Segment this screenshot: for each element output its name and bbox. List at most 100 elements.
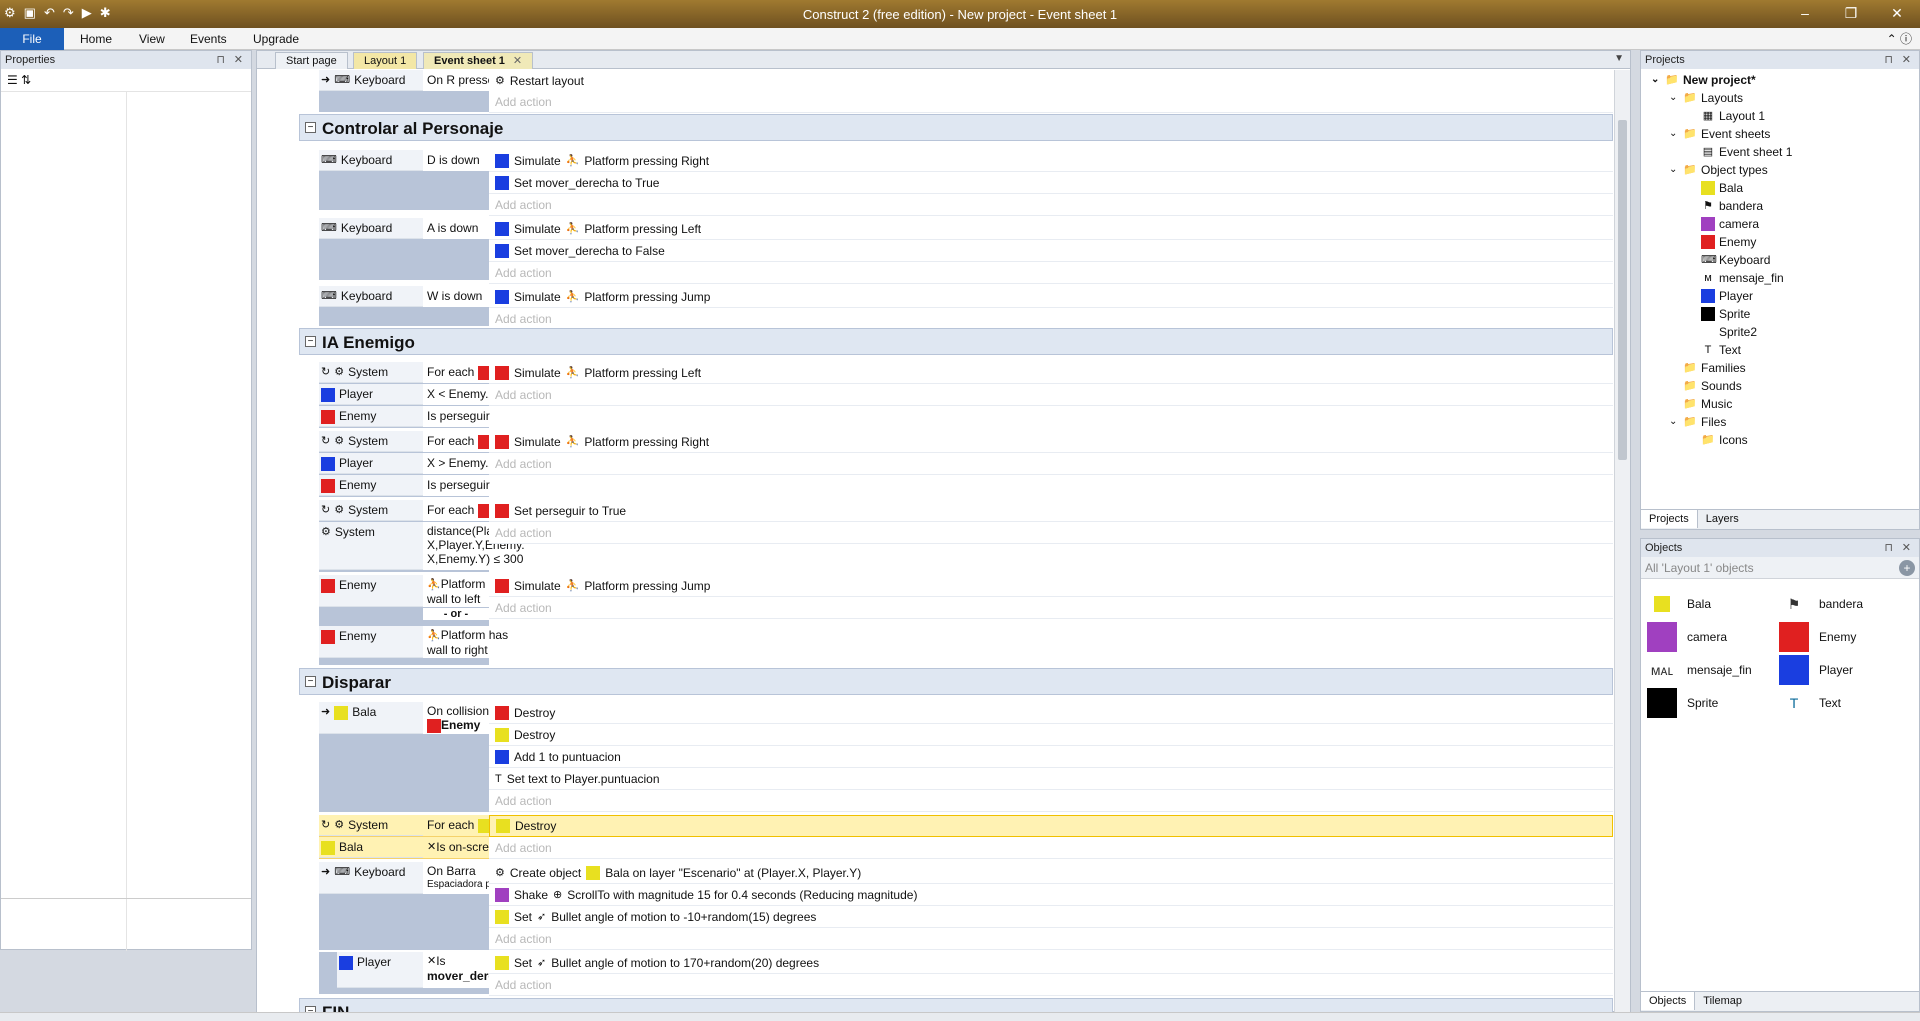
action[interactable]: Simulate ⛹ Platform pressing Left	[489, 218, 1613, 240]
add-action-link[interactable]: Add action	[489, 974, 1613, 996]
chevron-down-icon[interactable]: ⌄	[1651, 71, 1661, 89]
action[interactable]: Add 1 to puntuacion	[489, 746, 1613, 768]
condition[interactable]: Enemy ⛹Platform has wall to left	[319, 575, 508, 607]
chevron-down-icon[interactable]: ⌄	[1669, 125, 1679, 143]
tree-item-sprite[interactable]: Sprite	[1687, 305, 1750, 323]
action[interactable]: Simulate ⛹ Platform pressing Jump	[489, 286, 1613, 308]
action[interactable]: Destroy	[489, 724, 1613, 746]
close-icon[interactable]: ✕	[234, 51, 243, 69]
group-header[interactable]: − IA Enemigo	[299, 328, 1613, 355]
chevron-down-icon[interactable]: ⌄	[1669, 161, 1679, 179]
group-header[interactable]: − Controlar al Personaje	[299, 114, 1613, 141]
add-action-link[interactable]: Add action	[489, 522, 1613, 544]
condition[interactable]: ↻⚙System For each Enemy	[319, 431, 531, 452]
tree-item-families[interactable]: 📁 Families	[1669, 359, 1746, 377]
collapse-toggle-icon[interactable]: −	[305, 336, 316, 347]
group-header[interactable]: − Disparar	[299, 668, 1613, 695]
maximize-icon[interactable]: ❐	[1828, 0, 1874, 28]
add-action-link[interactable]: Add action	[489, 928, 1613, 950]
action[interactable]: T Set text to Player.puntuacion	[489, 768, 1613, 790]
tree-item-event-sheet-1[interactable]: ▤ Event sheet 1	[1687, 143, 1793, 161]
sort-az-icon[interactable]: ⇅	[21, 73, 31, 87]
help-icon[interactable]: ⌃ ⓘ	[1887, 30, 1912, 47]
action[interactable]: Set perseguir to True	[489, 500, 1613, 522]
action[interactable]: Destroy	[489, 815, 1613, 837]
condition[interactable]: ↻⚙System For each Enemy	[319, 362, 531, 383]
tree-item-music[interactable]: 📁 Music	[1669, 395, 1732, 413]
tab-home[interactable]: Home	[70, 28, 122, 50]
object-item[interactable]: Enemy	[1779, 622, 1856, 652]
tree-item-event-sheets[interactable]: ⌄ 📁 Event sheets	[1669, 125, 1770, 143]
object-item[interactable]: T Text	[1779, 688, 1841, 718]
minimize-icon[interactable]: –	[1782, 0, 1828, 28]
tree-item-icons[interactable]: 📁 Icons	[1687, 431, 1748, 449]
close-icon[interactable]: ✕	[1874, 0, 1920, 28]
chevron-down-icon[interactable]: ⌄	[1669, 413, 1679, 431]
group-header[interactable]: −FIN	[299, 998, 1613, 1012]
condition[interactable]: Player X < Enemy.X	[319, 384, 496, 405]
action[interactable]: Set mover_derecha to True	[489, 172, 1613, 194]
add-action-link[interactable]: Add action	[489, 453, 1613, 475]
add-action-link[interactable]: Add action	[489, 837, 1613, 859]
tab-events[interactable]: Events	[180, 28, 237, 50]
condition[interactable]: ↻⚙System For each Enemy	[319, 500, 531, 521]
object-item[interactable]: Player	[1779, 655, 1853, 685]
chevron-down-icon[interactable]: ▼	[1614, 53, 1624, 64]
tree-item-object-types[interactable]: ⌄ 📁 Object types	[1669, 161, 1768, 179]
condition[interactable]: ⌨ Keyboard A is down	[319, 218, 489, 239]
pin-icon[interactable]: ⊓	[1884, 51, 1893, 69]
action[interactable]: Simulate ⛹ Platform pressing Jump	[489, 575, 1613, 597]
tree-item-layout-1[interactable]: ▦ Layout 1	[1687, 107, 1765, 125]
condition[interactable]: Enemy Is perseguir	[319, 406, 490, 427]
tab-tilemap[interactable]: Tilemap	[1695, 992, 1750, 1010]
condition[interactable]: ➜ Bala On collision with Enemy	[319, 702, 514, 734]
collapse-toggle-icon[interactable]: −	[305, 122, 316, 133]
tab-event-sheet-1[interactable]: Event sheet 1 ✕	[423, 52, 534, 69]
add-action-link[interactable]: Add action	[489, 384, 1613, 406]
tab-start-page[interactable]: Start page	[275, 52, 348, 69]
object-filter[interactable]: All 'Layout 1' objects	[1645, 561, 1754, 575]
tab-file[interactable]: File	[0, 28, 64, 50]
tree-item-mensaje-fin[interactable]: ᴍ mensaje_fin	[1687, 269, 1784, 287]
tab-projects[interactable]: Projects	[1641, 510, 1698, 528]
condition[interactable]: Player ✕Is mover_derecha	[337, 952, 516, 988]
action[interactable]: Simulate ⛹ Platform pressing Left	[489, 362, 1613, 384]
object-item[interactable]: Sprite	[1647, 688, 1718, 718]
add-action-link[interactable]: Add action	[489, 308, 1613, 330]
action[interactable]: Destroy	[489, 702, 1613, 724]
tree-item-enemy[interactable]: Enemy	[1687, 233, 1756, 251]
collapse-toggle-icon[interactable]: −	[305, 676, 316, 687]
pin-icon[interactable]: ⊓	[216, 51, 225, 69]
action[interactable]: ⚙ Restart layout	[489, 70, 1613, 92]
condition[interactable]: Enemy ⛹Platform has wall to right	[319, 626, 508, 658]
close-icon[interactable]: ✕	[1902, 539, 1911, 557]
tree-item-bandera[interactable]: ⚑ bandera	[1687, 197, 1763, 215]
condition[interactable]: ⌨ Keyboard W is down	[319, 286, 489, 307]
object-item[interactable]: ⚑ bandera	[1779, 589, 1863, 619]
add-action-link[interactable]: Add action	[489, 790, 1613, 812]
pin-icon[interactable]: ⊓	[1884, 539, 1893, 557]
tree-item-sounds[interactable]: 📁 Sounds	[1669, 377, 1742, 395]
add-action-link[interactable]: Add action	[489, 597, 1613, 619]
vertical-scrollbar[interactable]	[1614, 70, 1630, 1012]
action[interactable]: ⚙ Create object Bala on layer "Escenario" …	[489, 862, 1613, 884]
add-action-link[interactable]: Add action	[489, 262, 1613, 284]
close-icon[interactable]: ✕	[1902, 51, 1911, 69]
action[interactable]: Set mover_derecha to False	[489, 240, 1613, 262]
chevron-down-icon[interactable]: ⌄	[1669, 89, 1679, 107]
condition[interactable]: Player X > Enemy.X	[319, 453, 496, 474]
action[interactable]: Simulate ⛹ Platform pressing Right	[489, 431, 1613, 453]
action[interactable]: Shake ⊕ ScrollTo with magnitude 15 for 0.4…	[489, 884, 1613, 906]
tree-item-keyboard[interactable]: ⌨ Keyboard	[1687, 251, 1770, 269]
add-action-link[interactable]: Add action	[489, 194, 1613, 216]
object-item[interactable]: Bala	[1647, 589, 1711, 619]
object-item[interactable]: camera	[1647, 622, 1727, 652]
condition[interactable]: ➜ ⌨ Keyboard On R pressed	[319, 70, 501, 91]
condition[interactable]: ↻⚙System For each Bala	[319, 815, 517, 836]
add-object-icon[interactable]: +	[1899, 560, 1915, 576]
categorized-icon[interactable]: ☰	[7, 73, 18, 87]
action[interactable]: Simulate ⛹ Platform pressing Right	[489, 150, 1613, 172]
tab-layout-1[interactable]: Layout 1	[353, 52, 418, 69]
condition[interactable]: ➜ ⌨ Keyboard On Barra Espaciadora pressed	[319, 862, 521, 894]
tree-item-new-project-[interactable]: ⌄ 📁 New project*	[1651, 71, 1756, 89]
